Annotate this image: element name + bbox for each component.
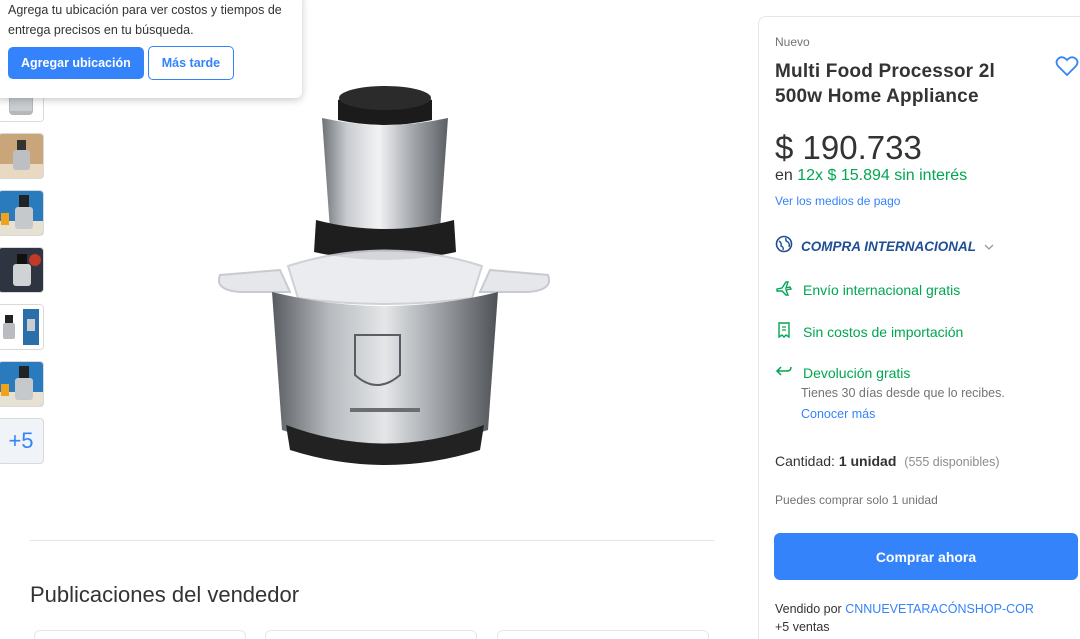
thumbnail-5[interactable] [0,304,44,350]
location-popup: Agrega tu ubicación para ver costos y ti… [0,0,302,98]
more-images-label: +5 [8,428,34,453]
product-page: Agrega tu ubicación para ver costos y ti… [0,0,1080,639]
thumbnail-3[interactable] [0,190,44,236]
main-product-image[interactable] [210,70,560,510]
shipping-label: Envío internacional gratis [803,281,961,298]
product-title: Multi Food Processor 2l 500w Home Applia… [775,61,995,107]
chevron-down-icon [984,238,994,256]
heart-icon[interactable] [1055,55,1079,82]
thumbnail-4[interactable] [0,247,44,293]
free-shipping: Envío internacional gratis [775,279,960,300]
globe-icon [775,235,793,258]
seller-name-link[interactable]: CNNUEVETARACÓNSHOP-COR [845,602,1034,616]
return-arrow-icon [775,363,793,382]
buy-now-button[interactable]: Comprar ahora [774,533,1078,580]
price: $ 190.733 [775,129,922,166]
publication-card[interactable] [265,630,477,639]
seller-prefix: Vendido por [775,602,842,616]
publication-card[interactable] [34,630,246,639]
quantity-label: Cantidad: [775,453,835,469]
international-purchase[interactable]: COMPRA INTERNACIONAL [775,235,994,258]
import-costs-label: Sin costos de importación [803,323,964,340]
free-returns: Devolución gratis [775,363,910,382]
condition-label: Nuevo [775,35,810,49]
installments-amount: 12x $ 15.894 sin interés [797,167,968,184]
quantity-value: 1 unidad [838,453,897,469]
international-label: COMPRA INTERNACIONAL [801,239,976,254]
airplane-icon [775,279,793,300]
seller-sales: +5 ventas [775,620,830,634]
available-stock: (555 disponibles) [904,455,1000,469]
payment-methods-link[interactable]: Ver los medios de pago [775,194,900,208]
publication-card[interactable] [497,630,709,639]
later-button[interactable]: Más tarde [147,46,235,80]
thumbnail-2[interactable] [0,133,44,179]
returns-label: Devolución gratis [803,364,911,381]
add-location-button[interactable]: Agregar ubicación [8,47,144,79]
no-import-costs: Sin costos de importación [775,321,963,342]
seller-info: Vendido por CNNUEVETARACÓNSHOP-COR +5 ve… [775,600,1034,636]
thumbnail-more[interactable]: +5 [0,418,44,464]
receipt-icon [775,321,793,342]
purchase-panel: Nuevo Multi Food Processor 2l 500w Home … [758,16,1080,639]
section-divider [30,540,714,541]
location-message: Agrega tu ubicación para ver costos y ti… [8,3,282,37]
quantity-selector[interactable]: Cantidad: 1 unidad (555 disponibles) [775,453,999,469]
gallery-thumbnails: +5 [0,76,46,475]
installments: en 12x $ 15.894 sin interés [775,167,967,185]
returns-detail: Tienes 30 días desde que lo recibes. [801,386,1005,400]
seller-publications-title: Publicaciones del vendedor [30,582,300,607]
thumbnail-6[interactable] [0,361,44,407]
installments-prefix: en [775,167,793,184]
learn-more-link[interactable]: Conocer más [801,407,875,421]
purchase-limit-note: Puedes comprar solo 1 unidad [775,493,938,507]
